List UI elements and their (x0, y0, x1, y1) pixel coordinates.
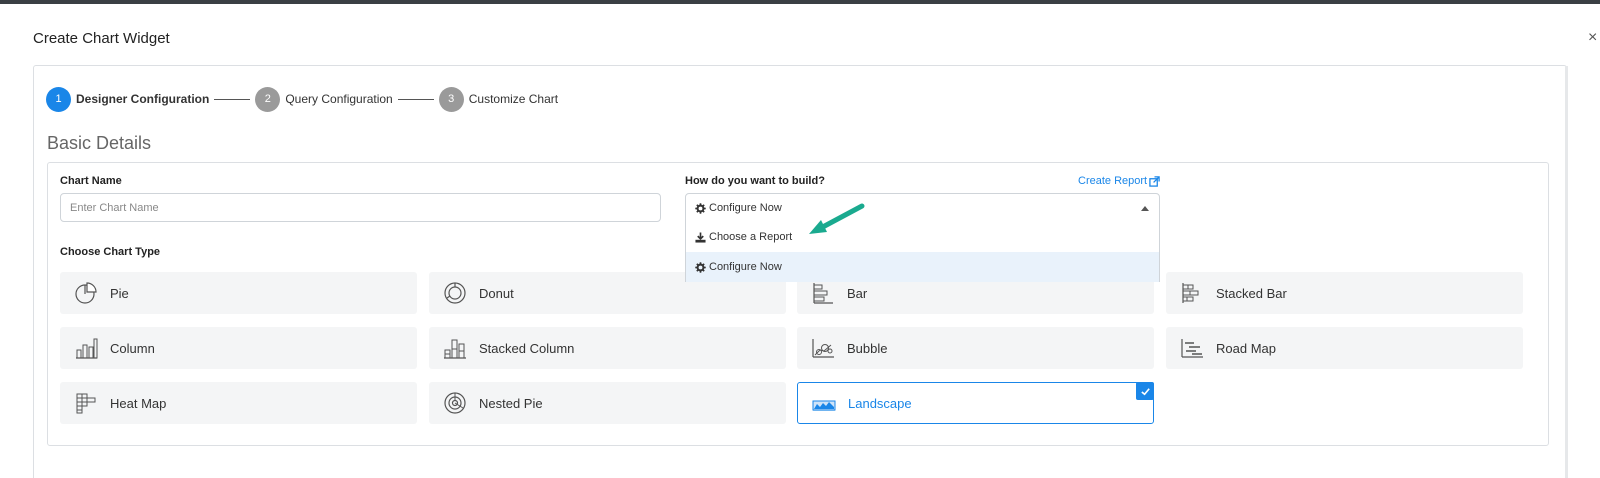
chart-type-nested-pie[interactable]: Nested Pie (429, 382, 786, 424)
chart-type-stacked-column[interactable]: Stacked Column (429, 327, 786, 369)
chart-type-label: Road Map (1216, 340, 1276, 356)
chart-type-label: Pie (110, 285, 129, 301)
chart-type-label: Column (110, 340, 155, 356)
bar-chart-icon (811, 281, 835, 305)
chart-name-input[interactable] (60, 193, 661, 222)
road-map-chart-icon (1180, 336, 1204, 360)
step-query-configuration[interactable]: 2 Query Configuration (255, 86, 393, 112)
nested-pie-chart-icon (443, 391, 467, 415)
step-number: 3 (438, 86, 464, 112)
chart-type-label: Nested Pie (479, 395, 543, 411)
stacked-column-chart-icon (443, 336, 467, 360)
gear-icon (695, 202, 706, 214)
build-method-value: Configure Now (709, 202, 782, 214)
step-number: 2 (255, 86, 281, 112)
caret-up-icon (1141, 206, 1149, 211)
external-link-icon (1149, 175, 1160, 187)
step-designer-configuration[interactable]: 1 Designer Configuration (46, 86, 210, 112)
step-label: Customize Chart (468, 92, 559, 106)
chart-type-heat-map[interactable]: Heat Map (60, 382, 417, 424)
top-bar (0, 0, 1600, 4)
option-label: Configure Now (709, 261, 782, 273)
annotation-arrow-icon (809, 203, 865, 234)
chart-type-road-map[interactable]: Road Map (1166, 327, 1523, 369)
step-label: Designer Configuration (76, 92, 210, 106)
chart-type-label: Landscape (848, 395, 912, 411)
section-title: Basic Details (47, 133, 152, 153)
step-customize-chart[interactable]: 3 Customize Chart (438, 86, 559, 112)
chart-name-label: Chart Name (60, 175, 122, 187)
wizard-stepper: 1 Designer Configuration 2 Query Configu… (46, 86, 558, 112)
download-icon (695, 231, 706, 243)
chart-type-pie[interactable]: Pie (60, 272, 417, 314)
close-icon[interactable]: × (1588, 29, 1597, 47)
chart-type-label: Choose Chart Type (60, 246, 161, 258)
checkmark-icon (1136, 382, 1154, 400)
chart-type-label: Bar (847, 285, 868, 301)
build-method-label: How do you want to build? (685, 175, 825, 187)
create-report-link[interactable]: Create Report (1078, 175, 1160, 187)
bubble-chart-icon (811, 336, 835, 360)
donut-chart-icon (443, 281, 467, 305)
option-label: Choose a Report (709, 231, 793, 243)
chart-type-label: Bubble (847, 340, 888, 356)
landscape-chart-icon (812, 391, 836, 415)
chart-type-label: Donut (479, 285, 514, 301)
stacked-bar-chart-icon (1180, 281, 1204, 305)
create-report-label: Create Report (1078, 175, 1148, 187)
chart-type-label: Stacked Bar (1216, 285, 1287, 301)
column-chart-icon (74, 336, 98, 360)
modal-title: Create Chart Widget (33, 30, 170, 47)
step-connector (214, 98, 251, 100)
chart-type-column[interactable]: Column (60, 327, 417, 369)
scrollbar[interactable] (1565, 66, 1568, 478)
build-method-select[interactable]: Configure Now (685, 193, 1160, 223)
option-configure-now[interactable]: Configure Now (686, 252, 1159, 282)
step-label: Query Configuration (285, 92, 393, 106)
heat-map-chart-icon (74, 391, 98, 415)
chart-type-bubble[interactable]: Bubble (797, 327, 1154, 369)
chart-type-label: Heat Map (110, 395, 167, 411)
option-choose-a-report[interactable]: Choose a Report (686, 222, 1159, 252)
chart-type-stacked-bar[interactable]: Stacked Bar (1166, 272, 1523, 314)
build-method-dropdown: Choose a Report Configure Now (685, 222, 1160, 282)
gear-icon (695, 261, 706, 273)
step-number: 1 (46, 86, 71, 112)
chart-type-label: Stacked Column (479, 340, 575, 356)
step-connector (397, 98, 434, 100)
chart-type-landscape[interactable]: Landscape (797, 382, 1154, 424)
pie-chart-icon (74, 281, 98, 305)
